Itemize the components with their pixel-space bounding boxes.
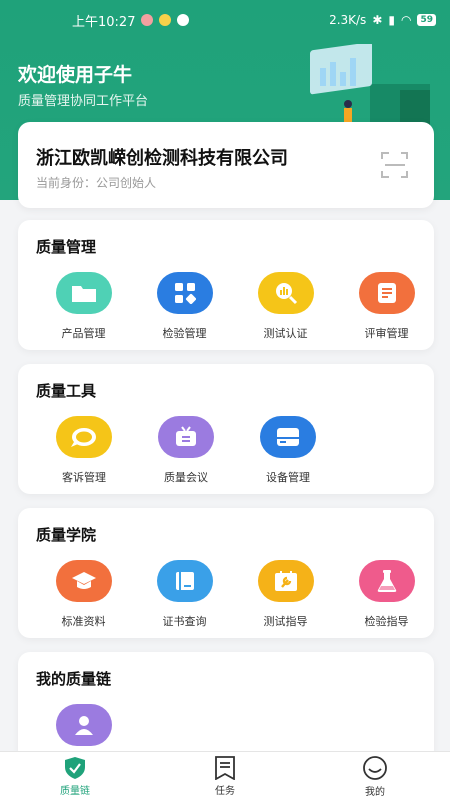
device-icon bbox=[260, 416, 316, 458]
section-my-quality-chain: 我的质量链 bbox=[18, 652, 434, 762]
grid-label: 客诉管理 bbox=[62, 471, 106, 484]
document-icon bbox=[358, 272, 415, 314]
status-bar: 上午10:27 2.3K/s ✱ ▮ ◠ 59 bbox=[0, 0, 450, 40]
complaint-management-button[interactable]: 客诉管理 bbox=[36, 416, 132, 485]
dashboard-illustration bbox=[310, 44, 430, 134]
my-chain-member-button[interactable] bbox=[36, 704, 132, 746]
tab-label: 任务 bbox=[215, 785, 235, 797]
network-speed: 2.3K/s bbox=[329, 13, 367, 27]
grid-label: 检验管理 bbox=[162, 327, 207, 340]
user-icon bbox=[56, 704, 112, 746]
product-management-button[interactable]: 产品管理 bbox=[36, 272, 131, 341]
book-icon bbox=[156, 560, 213, 602]
company-card[interactable]: 浙江欧凯嵘创检测科技有限公司 当前身份：公司创始人 bbox=[18, 122, 434, 208]
tab-tasks[interactable]: 任务 bbox=[150, 752, 300, 800]
section-title: 质量管理 bbox=[36, 238, 97, 256]
standard-materials-button[interactable]: 标准资料 bbox=[36, 560, 131, 629]
task-icon bbox=[215, 755, 235, 780]
welcome-title: 欢迎使用子牛 bbox=[18, 64, 133, 86]
grid-label: 标准资料 bbox=[61, 615, 106, 628]
test-certification-button[interactable]: 测试认证 bbox=[238, 272, 333, 341]
section-quality-tools: 质量工具 客诉管理 质量会议 设备管理 bbox=[18, 364, 434, 494]
company-name: 浙江欧凯嵘创检测科技有限公司 bbox=[36, 148, 288, 169]
tv-icon bbox=[158, 416, 214, 458]
status-time: 上午10:27 bbox=[72, 14, 136, 30]
notification-icon bbox=[159, 14, 172, 26]
wrench-board-icon bbox=[257, 560, 314, 602]
inspection-guidance-button[interactable]: 检验指导 bbox=[339, 560, 434, 629]
grid-label: 质量会议 bbox=[164, 471, 208, 484]
scan-icon[interactable] bbox=[380, 150, 410, 180]
section-quality-management: 质量管理 产品管理 检验管理 测试认证 评审管理 bbox=[18, 220, 434, 350]
notification-icon bbox=[141, 14, 154, 26]
tab-quality-chain[interactable]: 质量链 bbox=[0, 752, 150, 800]
inspection-management-button[interactable]: 检验管理 bbox=[137, 272, 232, 341]
notification-icon bbox=[177, 14, 190, 26]
bluetooth-icon: ✱ bbox=[372, 13, 383, 27]
tab-label: 我的 bbox=[365, 786, 385, 798]
grid-label: 测试指导 bbox=[263, 615, 308, 628]
section-quality-academy: 质量学院 标准资料 证书查询 测试指导 检验指导 bbox=[18, 508, 434, 638]
certificate-query-button[interactable]: 证书查询 bbox=[137, 560, 232, 629]
shield-check-icon bbox=[65, 756, 85, 779]
smile-icon bbox=[363, 755, 387, 780]
tab-mine[interactable]: 我的 bbox=[300, 752, 450, 800]
graduation-cap-icon bbox=[55, 560, 112, 602]
company-role: 当前身份：公司创始人 bbox=[36, 176, 157, 190]
tab-label: 质量链 bbox=[60, 785, 90, 797]
signal-icon: ▮ bbox=[388, 13, 395, 27]
bottom-tab-bar: 质量链 任务 我的 bbox=[0, 751, 450, 800]
grid-label: 测试认证 bbox=[263, 327, 308, 340]
welcome-subtitle: 质量管理协同工作平台 bbox=[18, 94, 149, 109]
section-title: 质量工具 bbox=[36, 382, 97, 400]
review-management-button[interactable]: 评审管理 bbox=[339, 272, 434, 341]
device-management-button[interactable]: 设备管理 bbox=[240, 416, 336, 485]
grid-label: 产品管理 bbox=[61, 327, 106, 340]
flask-icon bbox=[358, 560, 415, 602]
section-title: 我的质量链 bbox=[36, 670, 112, 688]
wifi-icon: ◠ bbox=[400, 13, 412, 27]
grid-label: 设备管理 bbox=[266, 471, 310, 484]
quality-meeting-button[interactable]: 质量会议 bbox=[138, 416, 234, 485]
magnify-chart-icon bbox=[257, 272, 314, 314]
chat-icon bbox=[56, 416, 112, 458]
battery-icon: 59 bbox=[417, 14, 436, 26]
grid-label: 证书查询 bbox=[162, 615, 207, 628]
test-guidance-button[interactable]: 测试指导 bbox=[238, 560, 333, 629]
grid-icon bbox=[156, 272, 213, 314]
grid-label: 检验指导 bbox=[364, 615, 409, 628]
folder-icon bbox=[55, 272, 112, 314]
grid-label: 评审管理 bbox=[364, 327, 409, 340]
section-title: 质量学院 bbox=[36, 526, 97, 544]
